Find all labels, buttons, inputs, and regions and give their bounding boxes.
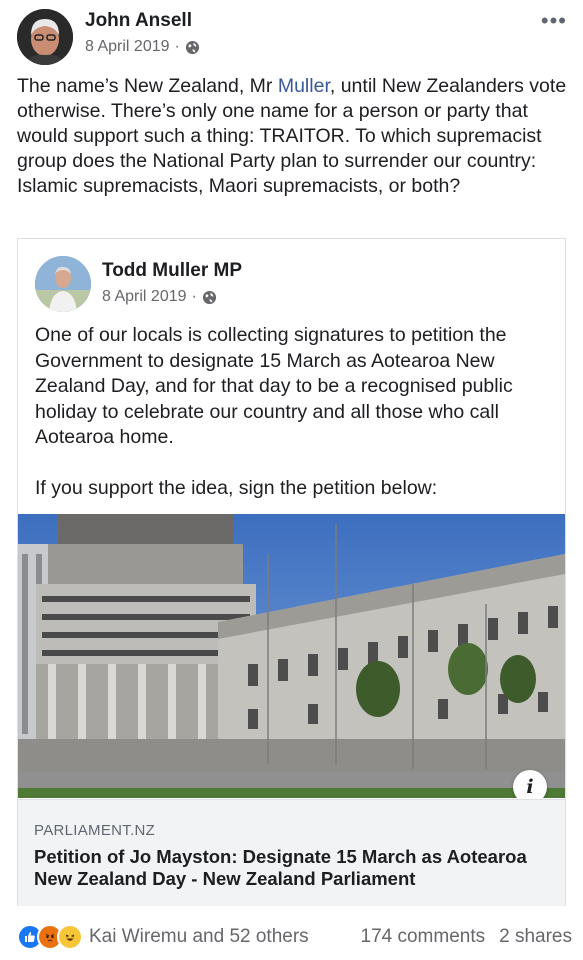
link-preview[interactable]: PARLIAMENT.NZ Petition of Jo Mayston: De… bbox=[18, 799, 565, 906]
shared-post-card[interactable]: Todd Muller MP 8 April 2019 · One of our… bbox=[17, 238, 566, 906]
post-meta: 8 April 2019 · bbox=[85, 38, 200, 56]
post-date[interactable]: 8 April 2019 bbox=[85, 38, 170, 56]
shared-post-text: One of our locals is collecting signatur… bbox=[35, 323, 555, 526]
shares-count[interactable]: 2 shares bbox=[499, 926, 572, 948]
post-text: The name’s New Zealand, Mr Muller, until… bbox=[17, 75, 567, 197]
link-title[interactable]: Petition of Jo Mayston: Designate 15 Mar… bbox=[34, 846, 554, 890]
mention-link[interactable]: Muller bbox=[278, 75, 330, 97]
comments-count[interactable]: 174 comments bbox=[361, 926, 486, 948]
author-name[interactable]: John Ansell bbox=[85, 10, 192, 32]
shared-paragraph: If you support the idea, sign the petiti… bbox=[35, 476, 438, 499]
globe-icon[interactable] bbox=[185, 40, 200, 55]
shared-author-name[interactable]: Todd Muller MP bbox=[102, 260, 242, 282]
shared-paragraph: One of our locals is collecting signatur… bbox=[35, 324, 513, 448]
parliament-photo[interactable]: i bbox=[18, 514, 565, 798]
link-domain: PARLIAMENT.NZ bbox=[34, 822, 156, 839]
info-icon[interactable]: i bbox=[513, 770, 547, 798]
reactors-text[interactable]: Kai Wiremu and 52 others bbox=[89, 926, 309, 948]
facebook-post: John Ansell 8 April 2019 · ••• The name’… bbox=[0, 0, 583, 960]
author-avatar[interactable] bbox=[17, 9, 73, 65]
shared-post-date[interactable]: 8 April 2019 bbox=[102, 288, 187, 306]
more-options-icon[interactable]: ••• bbox=[541, 10, 567, 32]
shared-author-avatar[interactable] bbox=[35, 256, 91, 312]
haha-icon bbox=[57, 924, 83, 950]
reaction-icons[interactable] bbox=[17, 924, 83, 950]
shared-post-meta: 8 April 2019 · bbox=[102, 288, 217, 306]
post-footer: Kai Wiremu and 52 others 174 comments 2 … bbox=[17, 924, 572, 950]
globe-icon[interactable] bbox=[202, 290, 217, 305]
